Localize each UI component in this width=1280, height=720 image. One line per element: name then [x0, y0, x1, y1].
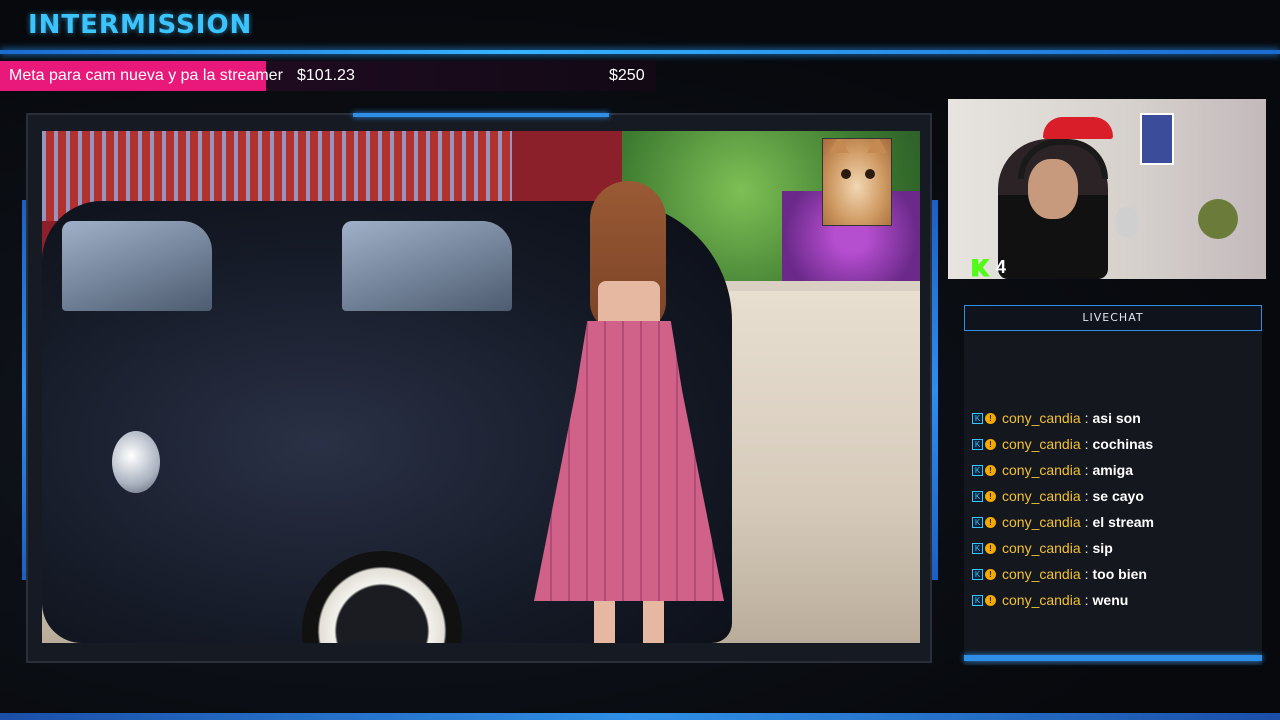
woman-legs — [594, 601, 664, 643]
kick-badge-icon: K — [972, 490, 983, 502]
chat-username[interactable]: cony_candia — [1002, 566, 1081, 582]
chat-separator: : — [1084, 436, 1089, 452]
chat-message-list: K! cony_candia: asi son K! cony_candia: cochi… — [972, 405, 1260, 613]
chat-username[interactable]: cony_candia — [1002, 514, 1081, 530]
coin-badge-icon: ! — [985, 438, 996, 450]
coin-badge-icon: ! — [985, 490, 996, 502]
kick-badge-icon: K — [972, 412, 983, 424]
cat-ear-left — [829, 139, 849, 153]
frame-side-accent-right — [932, 200, 938, 580]
coin-badge-icon: ! — [985, 542, 996, 554]
chat-text: amiga — [1092, 462, 1133, 478]
coin-badge-icon: ! — [985, 412, 996, 424]
chat-separator: : — [1084, 592, 1089, 608]
coin-badge-icon: ! — [985, 516, 996, 528]
car-windshield — [342, 221, 512, 311]
chat-message: K! cony_candia: cochinas — [972, 431, 1260, 457]
kick-logo-icon — [972, 258, 990, 277]
kick-badge-icon: K — [972, 594, 983, 606]
kick-badge-icon: K — [972, 516, 983, 528]
chat-text: too bien — [1092, 566, 1147, 582]
chat-bottom-accent — [964, 655, 1262, 661]
viewer-counter: 4 — [972, 257, 1006, 278]
kick-badge-icon: K — [972, 438, 983, 450]
scene-title: INTERMISSION — [28, 10, 253, 40]
chat-text: sip — [1092, 540, 1113, 556]
cat-eye-left — [841, 169, 851, 179]
cat-ear-right — [867, 139, 887, 153]
car-window-rear — [62, 221, 212, 311]
goal-current-amount: $101.23 — [297, 67, 355, 84]
header-divider — [0, 50, 1280, 54]
chat-text: se cayo — [1092, 488, 1144, 504]
santa-hat — [1043, 117, 1113, 139]
wall-poster — [1140, 113, 1174, 165]
main-video — [42, 131, 920, 643]
chat-username[interactable]: cony_candia — [1002, 540, 1081, 556]
coin-badge-icon: ! — [985, 568, 996, 580]
streamer-webcam: 4 — [948, 99, 1266, 279]
chat-message: K! cony_candia: too bien — [972, 561, 1260, 587]
frame-top-accent — [353, 113, 609, 117]
donation-goal-bar: Meta para cam nueva y pa la streamer $10… — [0, 61, 656, 91]
main-video-frame — [26, 113, 932, 663]
plush-toy — [1198, 199, 1238, 239]
microphone — [1116, 207, 1138, 237]
chat-message: K! cony_candia: asi son — [972, 405, 1260, 431]
kick-badge-icon: K — [972, 464, 983, 476]
footer-divider — [0, 713, 1280, 720]
chat-header: LIVECHAT — [964, 305, 1262, 331]
chat-username[interactable]: cony_candia — [1002, 592, 1081, 608]
chat-separator: : — [1084, 566, 1089, 582]
kick-badge-icon: K — [972, 542, 983, 554]
chat-username[interactable]: cony_candia — [1002, 410, 1081, 426]
chat-text: cochinas — [1092, 436, 1154, 452]
coin-badge-icon: ! — [985, 464, 996, 476]
chat-username[interactable]: cony_candia — [1002, 488, 1081, 504]
viewer-count: 4 — [996, 257, 1007, 277]
goal-target-amount: $250 — [609, 67, 645, 84]
chat-message: K! cony_candia: wenu — [972, 587, 1260, 613]
goal-label: Meta para cam nueva y pa la streamer — [9, 67, 283, 84]
live-chat-panel: LIVECHAT K! cony_candia: asi son K! cony_can… — [964, 305, 1262, 665]
chat-separator: : — [1084, 514, 1089, 530]
chat-message: K! cony_candia: se cayo — [972, 483, 1260, 509]
car-headlight — [112, 431, 160, 493]
chat-separator: : — [1084, 410, 1089, 426]
cat-overlay-image — [822, 138, 892, 226]
kick-badge-icon: K — [972, 568, 983, 580]
stream-overlay: INTERMISSION Meta para cam nueva y pa la… — [0, 0, 1280, 720]
chat-message: K! cony_candia: el stream — [972, 509, 1260, 535]
chat-message: K! cony_candia: amiga — [972, 457, 1260, 483]
cat-eye-right — [865, 169, 875, 179]
chat-separator: : — [1084, 462, 1089, 478]
coin-badge-icon: ! — [985, 594, 996, 606]
chat-message: K! cony_candia: sip — [972, 535, 1260, 561]
chat-username[interactable]: cony_candia — [1002, 436, 1081, 452]
chat-text: el stream — [1092, 514, 1154, 530]
chat-separator: : — [1084, 540, 1089, 556]
chat-text: wenu — [1092, 592, 1129, 608]
chat-separator: : — [1084, 488, 1089, 504]
chat-text: asi son — [1092, 410, 1141, 426]
chat-username[interactable]: cony_candia — [1002, 462, 1081, 478]
